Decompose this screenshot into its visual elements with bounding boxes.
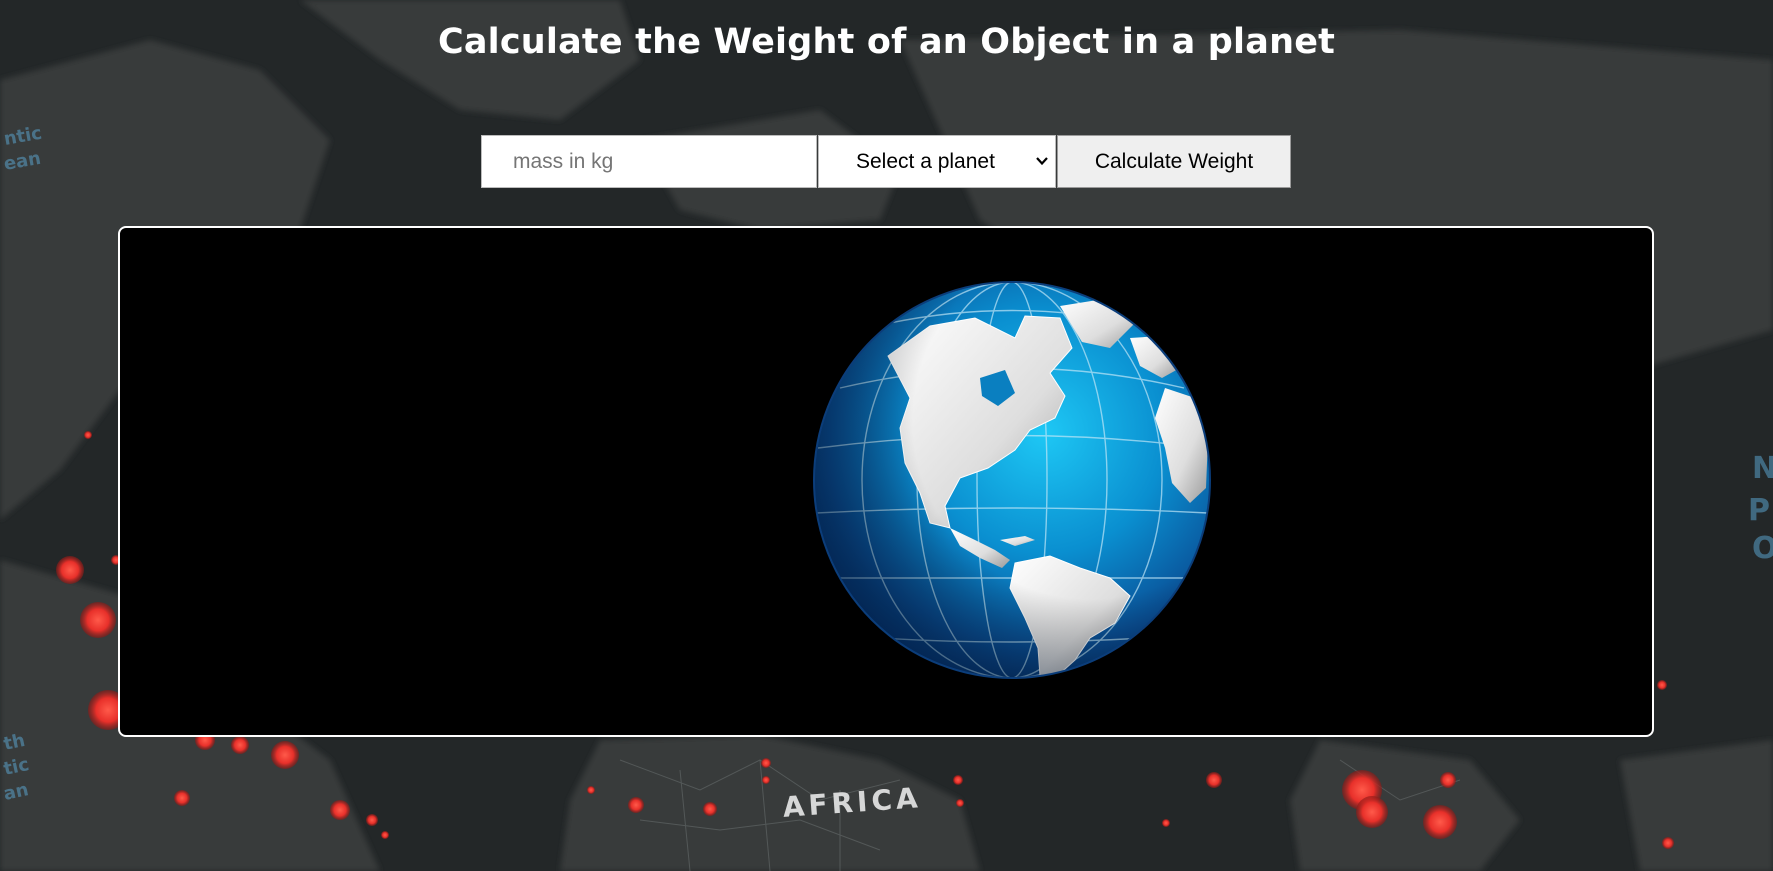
chevron-down-icon — [1036, 157, 1048, 166]
svg-text:N: N — [1752, 451, 1773, 486]
planet-display-panel — [118, 226, 1654, 737]
page-title: Calculate the Weight of an Object in a p… — [437, 22, 1336, 62]
calculate-weight-button[interactable]: Calculate Weight — [1057, 135, 1291, 188]
earth-globe-icon — [813, 281, 1211, 679]
svg-text:O: O — [1752, 531, 1773, 566]
planet-select[interactable]: Select a planet — [818, 135, 1056, 188]
planet-select-label: Select a planet — [856, 150, 995, 173]
svg-text:th: th — [2, 730, 27, 755]
mass-input[interactable] — [481, 135, 817, 188]
svg-text:P: P — [1748, 493, 1770, 528]
